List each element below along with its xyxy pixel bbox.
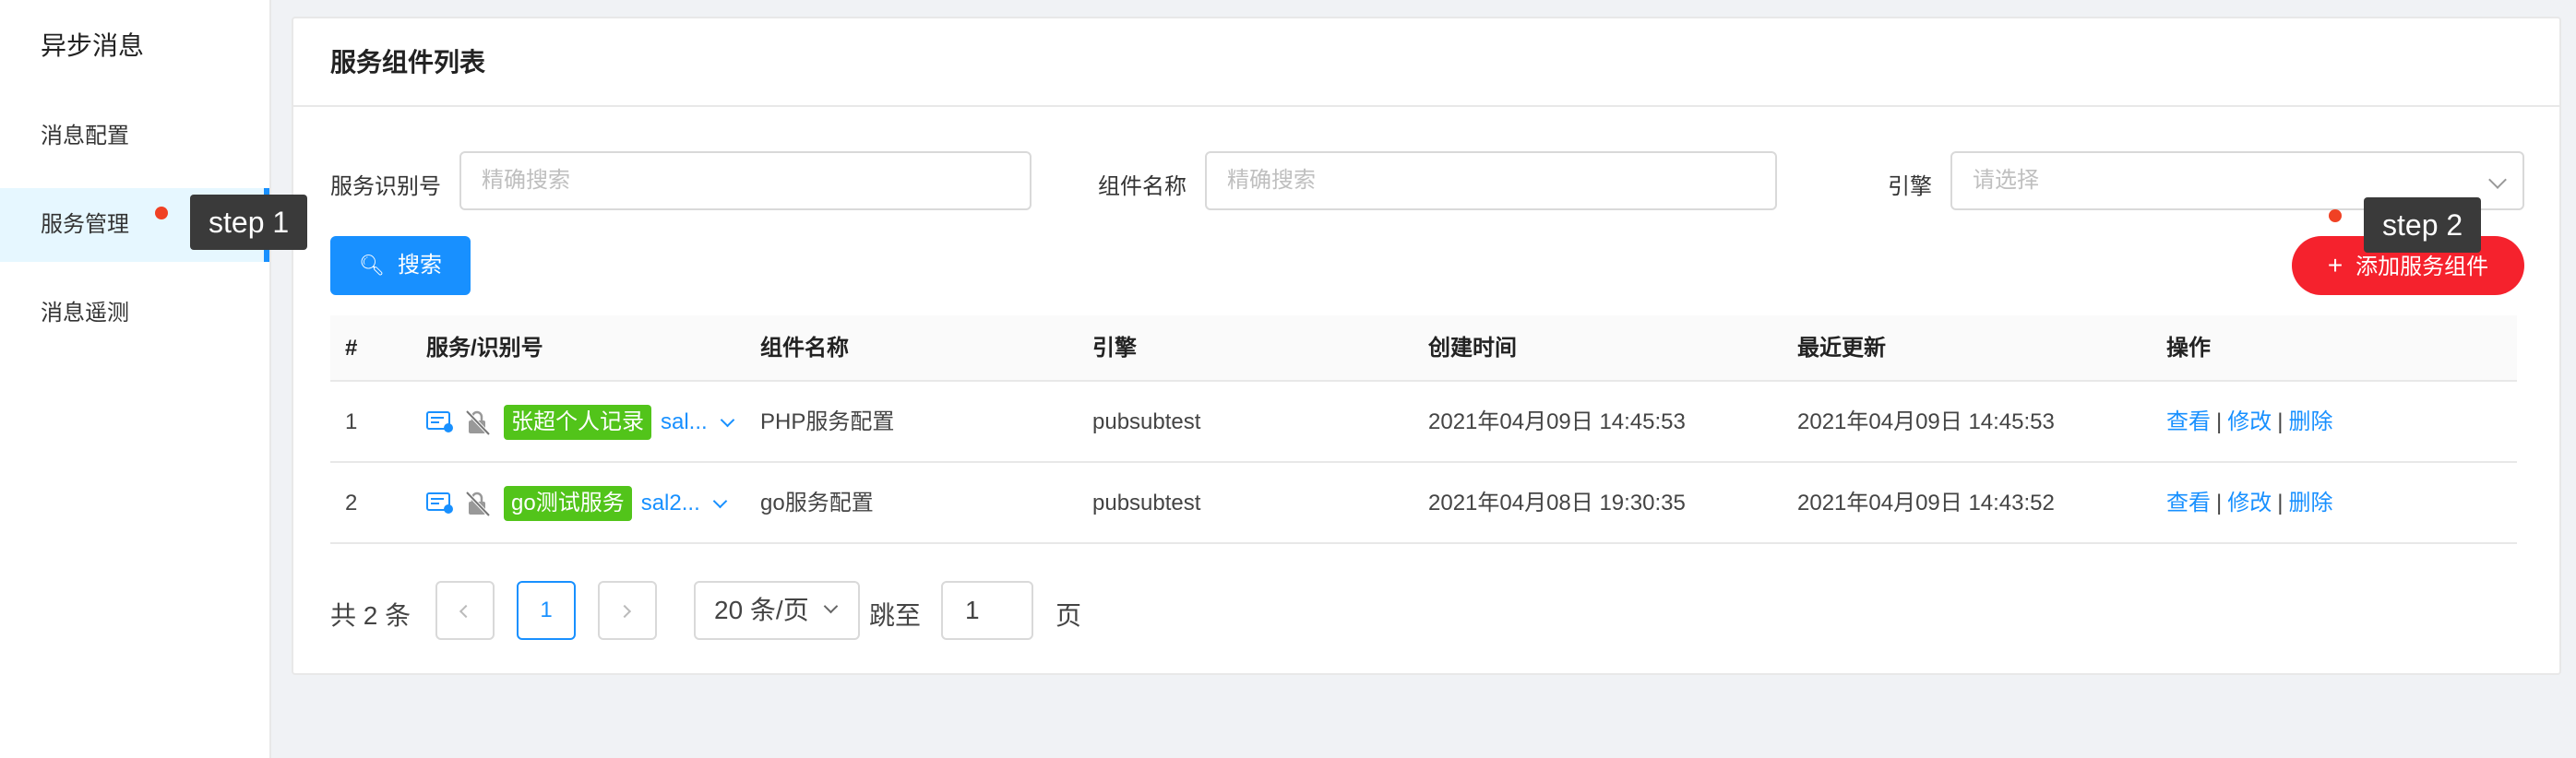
table-row: 1 张超个人记录 sal... PHP服务配置 pubsubtest 2021年… (330, 382, 2517, 463)
step-2-tooltip: step 2 (2364, 197, 2482, 253)
edit-link[interactable]: 修改 (2227, 491, 2272, 515)
row-actions: 查看 | 修改 | 删除 (2166, 382, 2332, 463)
page-size-value: 20 条/页 (714, 596, 809, 624)
service-tag: 张超个人记录 (504, 405, 651, 440)
certificate-icon (426, 411, 453, 432)
lock-off-icon (465, 409, 491, 435)
table-header: # 服务/识别号 组件名称 引擎 创建时间 最近更新 操作 (330, 315, 2517, 382)
column-header-component: 组件名称 (760, 336, 849, 361)
view-link[interactable]: 查看 (2166, 491, 2211, 515)
service-cell: go测试服务 sal2... (426, 463, 728, 544)
next-page-button[interactable] (598, 581, 657, 640)
chevron-down-icon[interactable] (712, 493, 728, 508)
engine-select-placeholder: 请选择 (1973, 168, 2039, 193)
component-name: PHP服务配置 (760, 409, 895, 434)
pagination-total: 共 2 条 (330, 601, 411, 630)
engine-name: pubsubtest (1092, 409, 1201, 434)
column-header-created: 创建时间 (1428, 336, 1517, 361)
add-button-label: 添加服务组件 (2355, 255, 2489, 279)
delete-link[interactable]: 删除 (2288, 409, 2332, 434)
page-1-button[interactable]: 1 (517, 581, 576, 640)
action-separator: | (2277, 491, 2284, 515)
jump-to-label: 跳至 (869, 601, 922, 630)
certificate-icon (426, 492, 453, 514)
column-header-service: 服务/识别号 (426, 336, 543, 361)
service-id-input[interactable]: 精确搜索 (459, 151, 1032, 210)
chevron-right-icon (617, 604, 632, 619)
row-actions: 查看 | 修改 | 删除 (2166, 463, 2332, 544)
step-1-tooltip: step 1 (190, 195, 308, 250)
column-header-engine: 引擎 (1092, 336, 1137, 361)
row-index: 1 (345, 409, 358, 434)
step-1-marker-dot (155, 207, 168, 219)
edit-link[interactable]: 修改 (2227, 409, 2272, 434)
service-cell: 张超个人记录 sal... (426, 382, 734, 463)
service-id-link[interactable]: sal2... (641, 463, 700, 544)
sidebar-item-message-telemetry[interactable]: 消息遥测 (0, 277, 269, 350)
card-title: 服务组件列表 (293, 18, 2559, 107)
chevron-left-icon (459, 604, 473, 619)
updated-time: 2021年04月09日 14:43:52 (1797, 491, 2055, 515)
row-index: 2 (345, 491, 358, 515)
column-header-index: # (345, 336, 358, 361)
action-separator: | (2277, 409, 2284, 434)
plus-icon: + (2327, 251, 2343, 279)
engine-name: pubsubtest (1092, 491, 1201, 515)
service-id-link[interactable]: sal... (661, 382, 708, 463)
lock-off-icon (465, 491, 491, 516)
component-name-input[interactable]: 精确搜索 (1205, 151, 1777, 210)
chevron-down-icon (823, 598, 839, 614)
chevron-down-icon (2488, 171, 2507, 189)
column-header-updated: 最近更新 (1797, 336, 1886, 361)
service-component-card: 服务组件列表 服务识别号 精确搜索 组件名称 精确搜索 引擎 请选择 🔍︎ 搜索 … (292, 17, 2561, 675)
service-id-label: 服务识别号 (330, 174, 441, 199)
column-header-actions: 操作 (2166, 336, 2211, 361)
search-button-label: 搜索 (397, 253, 442, 278)
service-tag: go测试服务 (504, 486, 632, 521)
component-name-label: 组件名称 (1098, 174, 1187, 199)
table-row: 2 go测试服务 sal2... go服务配置 pubsubtest 2021年… (330, 463, 2517, 544)
prev-page-button[interactable] (435, 581, 495, 640)
service-component-table: # 服务/识别号 组件名称 引擎 创建时间 最近更新 操作 1 张超个人记录 s… (330, 315, 2517, 544)
jump-to-page-input[interactable]: 1 (941, 581, 1033, 640)
updated-time: 2021年04月09日 14:45:53 (1797, 409, 2055, 434)
delete-link[interactable]: 删除 (2288, 491, 2332, 515)
action-separator: | (2216, 409, 2223, 434)
action-separator: | (2216, 491, 2223, 515)
page-suffix-label: 页 (1055, 601, 1082, 630)
view-link[interactable]: 查看 (2166, 409, 2211, 434)
created-time: 2021年04月08日 19:30:35 (1428, 491, 1686, 515)
sidebar: 异步消息 消息配置 服务管理 消息遥测 (0, 0, 271, 758)
component-name: go服务配置 (760, 491, 874, 515)
sidebar-title: 异步消息 (41, 31, 145, 60)
step-2-marker-dot (2329, 209, 2342, 222)
page-size-select[interactable]: 20 条/页 (694, 581, 860, 640)
chevron-down-icon[interactable] (720, 412, 734, 427)
search-button[interactable]: 🔍︎ 搜索 (330, 236, 471, 295)
engine-label: 引擎 (1888, 174, 1932, 199)
sidebar-item-message-config[interactable]: 消息配置 (0, 100, 269, 173)
search-icon: 🔍︎ (359, 254, 385, 277)
created-time: 2021年04月09日 14:45:53 (1428, 409, 1686, 434)
